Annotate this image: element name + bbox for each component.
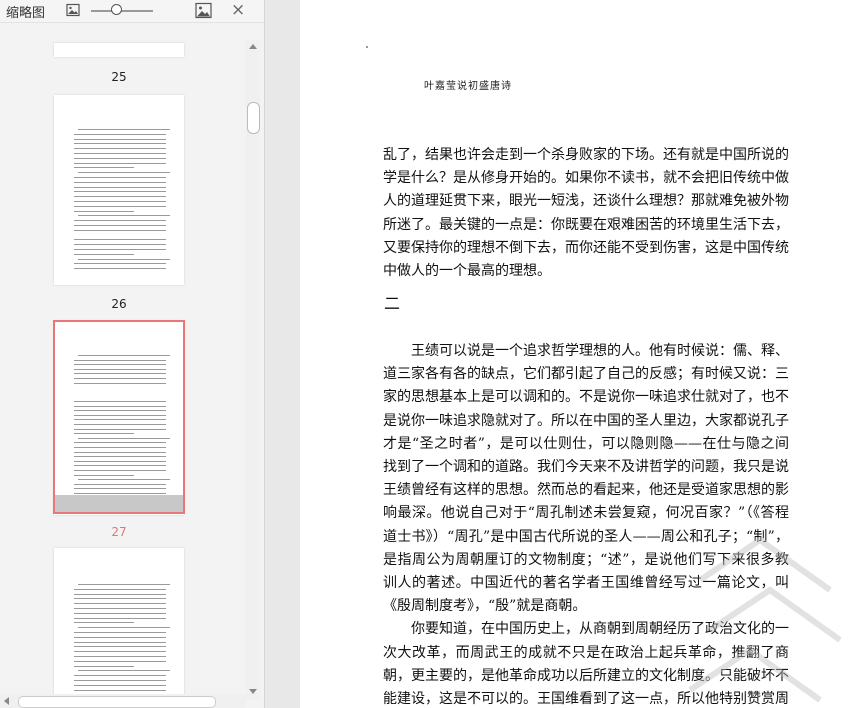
thumbnail-page-28[interactable]: [54, 548, 184, 708]
thumbnail-text-line: [74, 608, 166, 609]
thumbnail-selection-frame: [53, 320, 185, 514]
thumbnail-page-number: 25: [111, 70, 127, 84]
thumbnail-page-25[interactable]: [54, 43, 184, 57]
thumbnail-text-line: [74, 196, 166, 198]
thumbnail-text-line: [74, 660, 166, 662]
thumbnail-text-line: [74, 133, 166, 135]
thumbnail-text-line: [74, 205, 166, 207]
thumbnail-text-line: [78, 129, 170, 130]
zoom-slider-track[interactable]: [91, 10, 153, 12]
thumbnail-text-line: [74, 157, 166, 159]
thumbnail-text-line: [74, 239, 166, 241]
watermark-logo: [688, 536, 842, 703]
thumbnail-text-line: [74, 186, 166, 188]
thumbnail-pane: 缩略图 × 25 26 27: [0, 0, 264, 708]
thumbnail-text-line: [74, 210, 134, 212]
thumbnail-text-line: [74, 593, 166, 595]
thumbnail-page-number: 26: [111, 297, 127, 311]
thumbnail-vertical-scrollbar[interactable]: [246, 40, 260, 700]
thumbnail-text-line: [78, 172, 170, 174]
thumbnail-text-line: [74, 138, 166, 140]
thumbnail-text-line: [78, 670, 170, 672]
thumbnail-toolbar: 缩略图 ×: [0, 0, 264, 23]
thumbnail-text-line: [74, 167, 134, 169]
thumbnail-text-line: [74, 229, 166, 231]
horizontal-scrollbar-thumb[interactable]: [18, 696, 216, 708]
pane-divider[interactable]: [264, 0, 301, 708]
close-icon[interactable]: ×: [231, 0, 245, 20]
thumbnail-text-line: [74, 191, 166, 193]
thumbnail-text-line: [74, 646, 166, 648]
scroll-up-icon[interactable]: [249, 44, 257, 49]
section-number: 二: [384, 294, 401, 313]
scrollbar-thumb[interactable]: [247, 102, 260, 134]
thumbnail-text-line: [74, 632, 166, 633]
thumbnail-text-line: [74, 588, 166, 590]
thumbnail-page-26[interactable]: [54, 95, 184, 285]
thumbnail-text-line: [74, 268, 166, 270]
thumbnail-text-line: [74, 656, 166, 657]
thumbnail-text-line: [74, 689, 166, 691]
paragraph-1-text: 乱了，结果也许会走到一个杀身败家的下场。还有就是中国所说的学是什么？是从修身开始…: [383, 147, 789, 280]
thumbnail-text-line: [74, 177, 166, 178]
paragraph-1: 乱了，结果也许会走到一个杀身败家的下场。还有就是中国所说的学是什么？是从修身开始…: [383, 144, 789, 283]
running-head: 叶嘉莹说初盛唐诗: [424, 81, 512, 92]
image-small-icon[interactable]: [66, 3, 80, 17]
scroll-left-icon[interactable]: [4, 697, 9, 705]
thumbnail-text-line: [74, 201, 166, 202]
thumbnail-text-line: [74, 612, 166, 614]
thumbnail-text-line: [78, 258, 170, 260]
thumbnail-text-line: [74, 684, 166, 686]
thumbnail-page-number-active: 27: [111, 525, 127, 539]
thumbnail-text-line: [74, 249, 166, 250]
thumbnail-text-line: [74, 220, 166, 222]
thumbnail-horizontal-scrollbar[interactable]: [0, 694, 246, 708]
thumbnail-text-line: [74, 162, 166, 164]
thumbnail-pane-title: 缩略图: [6, 6, 46, 21]
thumbnail-text-line: [74, 675, 166, 677]
thumbnail-text-line: [74, 651, 166, 653]
thumbnail-text-line: [74, 143, 166, 145]
thumbnail-text-line: [74, 263, 166, 265]
thumbnail-list: 25 26 27: [0, 23, 246, 708]
thumbnail-text-line: [74, 225, 166, 226]
thumbnail-text-line: [74, 148, 166, 150]
thumbnail-text-line: [74, 153, 166, 154]
image-large-icon[interactable]: [195, 2, 212, 19]
thumbnail-text-line: [74, 603, 166, 605]
thumbnail-text-line: [74, 244, 166, 246]
thumbnail-text-line: [74, 598, 166, 600]
thumbnail-text-line: [74, 181, 166, 183]
scroll-down-icon[interactable]: [249, 689, 257, 694]
thumbnail-text-line: [74, 622, 134, 624]
zoom-slider-handle[interactable]: [111, 4, 122, 15]
thumbnail-text-line: [74, 253, 134, 255]
thumbnail-text-line: [78, 584, 170, 585]
thumbnail-text-line: [74, 680, 166, 681]
thumbnail-text-line: [74, 617, 166, 619]
document-page: 叶嘉莹说初盛唐诗 乱了，结果也许会走到一个杀身败家的下场。还有就是中国所说的学是…: [300, 0, 848, 708]
thumbnail-text-line: [74, 636, 166, 638]
thumbnail-text-line: [74, 641, 166, 643]
thumbnail-text-line: [78, 627, 170, 629]
page-speck: [366, 46, 368, 48]
thumbnail-text-line: [74, 665, 134, 667]
thumbnail-text-line: [78, 215, 170, 217]
